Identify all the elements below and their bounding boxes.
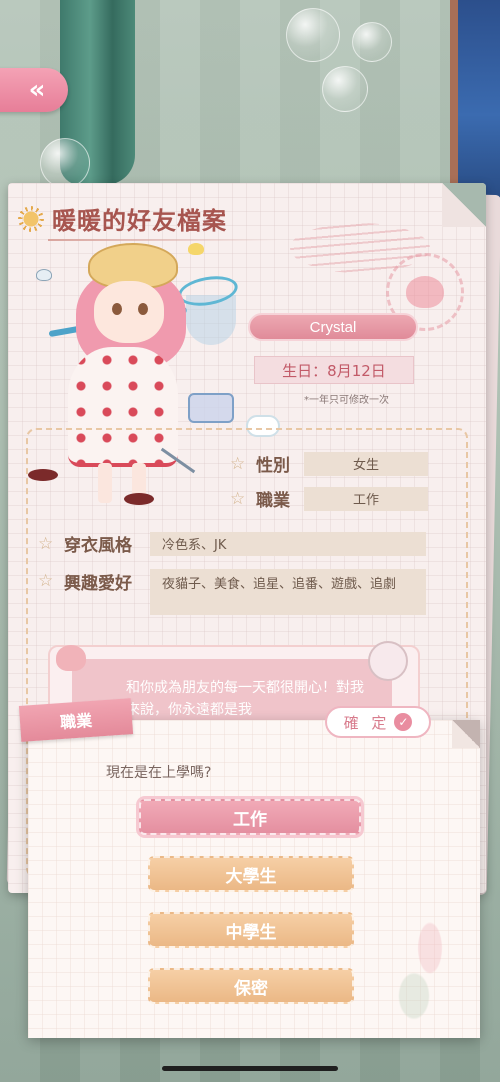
title-underline (48, 239, 278, 241)
option-college[interactable]: 大學生 (148, 856, 354, 892)
butterfly-icon (36, 269, 52, 281)
hobbies-value[interactable]: 夜貓子、美食、追星、追番、遊戲、追劇 (150, 569, 426, 615)
heart-icon (56, 645, 86, 671)
dialog-question: 現在是在上學嗎? (106, 765, 212, 781)
style-value[interactable]: 冷色系、JK (150, 531, 426, 556)
double-chevron-left-icon: « (28, 75, 46, 105)
cat-face-icon (406, 276, 444, 308)
face (94, 281, 164, 343)
option-secret[interactable]: 保密 (148, 968, 354, 1004)
check-icon: ✓ (394, 713, 413, 731)
star-icon: ☆ (38, 571, 54, 591)
occupation-value[interactable]: 工作 (304, 486, 428, 511)
back-button[interactable]: « (0, 68, 68, 112)
flower-decoration (390, 912, 470, 1032)
birthday-field[interactable]: 生日：8月12日 (254, 356, 414, 384)
bunny-sticker-icon (368, 641, 408, 681)
hobbies-label: 興趣愛好 (64, 574, 132, 594)
butterfly-icon (188, 243, 204, 255)
gender-value[interactable]: 女生 (304, 451, 428, 476)
sun-icon (18, 205, 44, 232)
occupation-row: ☆ 職業 工作 (230, 486, 428, 511)
bubble (352, 22, 392, 62)
star-icon: ☆ (230, 453, 246, 474)
hobbies-row: ☆ 興趣愛好 夜貓子、美食、追星、追番、遊戲、追劇 (38, 569, 426, 615)
confirm-label: 確 定 (343, 713, 391, 732)
star-icon: ☆ (38, 533, 54, 554)
bubble (322, 66, 368, 112)
occupation-label: 職業 (256, 491, 290, 511)
bubble (40, 138, 90, 188)
card-title: 暖暖的好友檔案 (52, 206, 227, 235)
occupation-dialog: 現在是在上學嗎? 工作 大學生 中學生 保密 (28, 720, 480, 1038)
confirm-button[interactable]: 確 定 ✓ (325, 706, 431, 738)
star-icon: ☆ (230, 488, 246, 509)
style-label: 穿衣風格 (64, 536, 132, 556)
page-fold (452, 720, 480, 748)
bubble (286, 8, 340, 62)
style-row: ☆ 穿衣風格 冷色系、JK (38, 531, 426, 556)
page-fold (442, 183, 486, 227)
home-indicator[interactable] (162, 1066, 338, 1071)
eye (138, 303, 148, 315)
card-header: 暖暖的好友檔案 (18, 201, 227, 236)
name-plate[interactable]: Crystal (248, 313, 418, 341)
birthday-note: *一年只可修改一次 (304, 395, 389, 406)
eye (112, 303, 122, 315)
gender-row: ☆ 性別 女生 (230, 451, 428, 476)
gender-label: 性別 (256, 456, 290, 476)
option-work[interactable]: 工作 (139, 799, 361, 835)
option-high-school[interactable]: 中學生 (148, 912, 354, 948)
basket (188, 393, 234, 423)
